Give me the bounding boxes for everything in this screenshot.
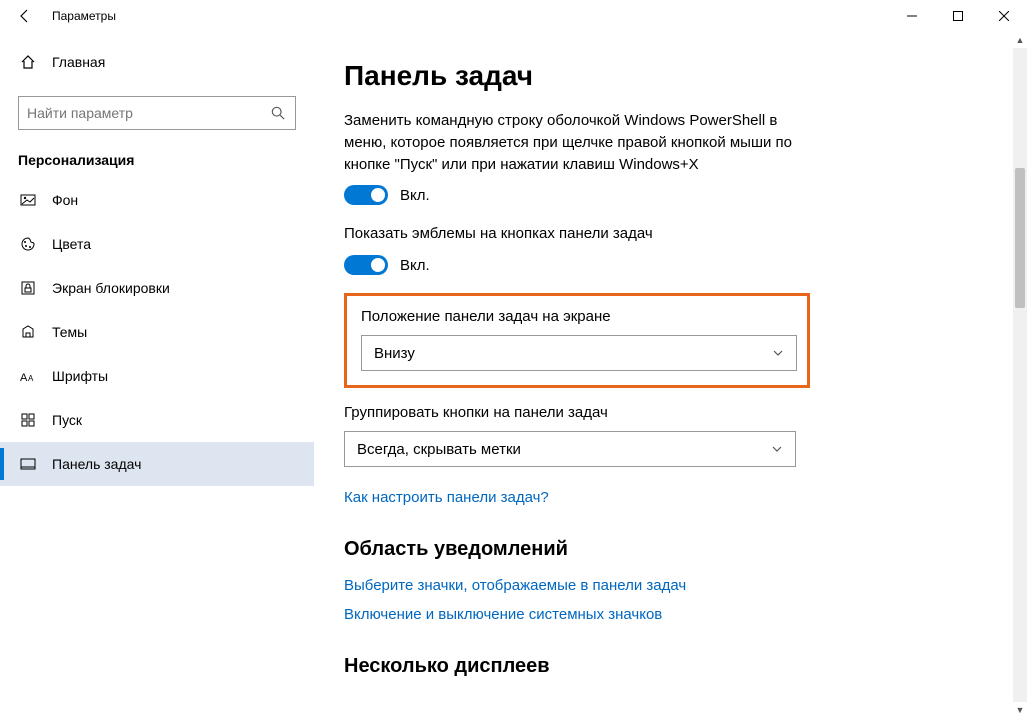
scroll-down-arrow[interactable]: ▼ <box>1013 702 1027 718</box>
search-icon <box>269 104 287 122</box>
sidebar-home[interactable]: Главная <box>0 42 314 82</box>
position-label: Положение панели задач на экране <box>361 308 793 325</box>
scrollbar[interactable]: ▲ ▼ <box>1013 32 1027 718</box>
sidebar-item-label: Темы <box>52 324 87 340</box>
palette-icon <box>18 236 38 252</box>
sidebar-item-label: Цвета <box>52 236 91 252</box>
setting-powershell-desc: Заменить командную строку оболочкой Wind… <box>344 110 804 175</box>
highlight-taskbar-position: Положение панели задач на экране Внизу <box>344 293 810 388</box>
sidebar-item-lockscreen[interactable]: Экран блокировки <box>0 266 314 310</box>
svg-text:A: A <box>28 374 34 383</box>
search-input[interactable] <box>27 105 269 121</box>
sidebar-item-label: Шрифты <box>52 368 108 384</box>
help-link[interactable]: Как настроить панели задач? <box>344 489 549 506</box>
toggle-badges[interactable] <box>344 255 388 275</box>
select-icons-link[interactable]: Выберите значки, отображаемые в панели з… <box>344 577 686 594</box>
grouping-dropdown[interactable]: Всегда, скрывать метки <box>344 431 796 467</box>
chevron-down-icon <box>772 347 784 359</box>
svg-text:A: A <box>20 372 28 383</box>
grouping-label: Группировать кнопки на панели задач <box>344 404 997 421</box>
fonts-icon: AA <box>18 369 38 383</box>
sidebar-item-label: Экран блокировки <box>52 280 170 296</box>
sidebar-item-start[interactable]: Пуск <box>0 398 314 442</box>
sidebar-item-themes[interactable]: Темы <box>0 310 314 354</box>
sidebar-item-label: Пуск <box>52 412 82 428</box>
sidebar-item-label: Фон <box>52 192 78 208</box>
start-icon <box>18 412 38 428</box>
themes-icon <box>18 324 38 340</box>
scroll-thumb[interactable] <box>1015 168 1025 308</box>
titlebar: Параметры <box>0 0 1027 32</box>
scroll-track[interactable] <box>1013 48 1027 702</box>
setting-badges-desc: Показать эмблемы на кнопках панели задач <box>344 223 804 245</box>
sidebar-section-header: Персонализация <box>0 140 314 178</box>
toggle-powershell[interactable] <box>344 185 388 205</box>
minimize-button[interactable] <box>889 0 935 32</box>
search-box[interactable] <box>18 96 296 130</box>
grouping-value: Всегда, скрывать метки <box>357 441 771 458</box>
scroll-up-arrow[interactable]: ▲ <box>1013 32 1027 48</box>
position-value: Внизу <box>374 345 772 362</box>
main-content: Панель задач Заменить командную строку о… <box>314 32 1027 718</box>
chevron-down-icon <box>771 443 783 455</box>
position-dropdown[interactable]: Внизу <box>361 335 797 371</box>
page-title: Панель задач <box>344 60 997 92</box>
sidebar: Главная Персонализация Фон Цвета Э <box>0 32 314 718</box>
toggle-powershell-state: Вкл. <box>400 187 430 204</box>
sidebar-item-taskbar[interactable]: Панель задач <box>0 442 314 486</box>
lockscreen-icon <box>18 280 38 296</box>
multiple-displays-heading: Несколько дисплеев <box>344 655 997 678</box>
picture-icon <box>18 192 38 208</box>
sidebar-home-label: Главная <box>52 54 105 70</box>
sidebar-item-background[interactable]: Фон <box>0 178 314 222</box>
system-icons-link[interactable]: Включение и выключение системных значков <box>344 606 662 623</box>
window-title: Параметры <box>52 9 116 23</box>
home-icon <box>18 54 38 70</box>
notification-area-heading: Область уведомлений <box>344 538 997 561</box>
maximize-button[interactable] <box>935 0 981 32</box>
close-button[interactable] <box>981 0 1027 32</box>
sidebar-item-fonts[interactable]: AA Шрифты <box>0 354 314 398</box>
back-button[interactable] <box>10 1 40 31</box>
sidebar-item-label: Панель задач <box>52 456 141 472</box>
toggle-badges-state: Вкл. <box>400 257 430 274</box>
taskbar-icon <box>18 456 38 472</box>
sidebar-item-colors[interactable]: Цвета <box>0 222 314 266</box>
